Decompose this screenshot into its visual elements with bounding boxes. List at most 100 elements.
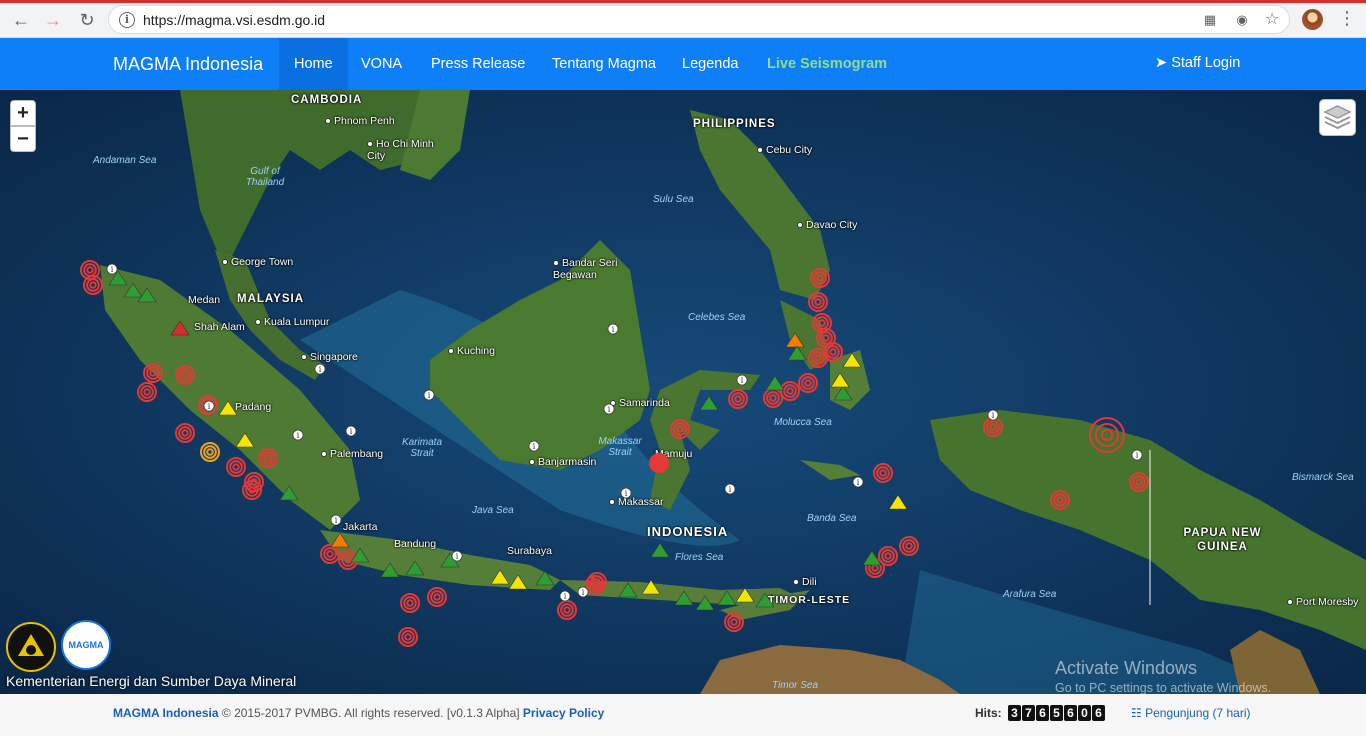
earthquake-marker[interactable]	[1050, 490, 1070, 510]
volcano-marker[interactable]	[330, 532, 350, 548]
zoom-in-button[interactable]: +	[10, 100, 36, 126]
earthquake-marker[interactable]	[983, 417, 1003, 437]
menu-kebab-icon[interactable]: ⋮	[1338, 8, 1356, 29]
info-marker-icon[interactable]: i	[736, 374, 748, 386]
earthquake-marker[interactable]	[823, 342, 843, 362]
volcano-map[interactable]: CAMBODIA PHILIPPINES MALAYSIA INDONESIA …	[0, 90, 1366, 694]
info-marker-icon[interactable]: i	[1131, 449, 1143, 461]
layers-control-button[interactable]	[1319, 99, 1356, 136]
volcano-marker[interactable]	[674, 590, 694, 606]
earthquake-marker[interactable]	[1129, 472, 1149, 492]
volcano-marker[interactable]	[755, 592, 775, 608]
earthquake-marker[interactable]	[728, 389, 748, 409]
volcano-marker[interactable]	[235, 432, 255, 448]
earthquake-marker[interactable]	[226, 457, 246, 477]
volcano-marker[interactable]	[350, 547, 370, 563]
info-marker-icon[interactable]: i	[330, 514, 342, 526]
nav-press-release[interactable]: Press Release	[416, 38, 540, 90]
earthquake-marker[interactable]	[808, 292, 828, 312]
info-marker-icon[interactable]: i	[528, 440, 540, 452]
earthquake-marker[interactable]	[810, 268, 830, 288]
extension-icon[interactable]: ◉	[1234, 12, 1250, 28]
back-arrow-icon[interactable]: ←	[8, 7, 34, 33]
visitors-link[interactable]: ☷ Pengunjung (7 hari)	[1131, 706, 1251, 720]
blocked-content-icon[interactable]: ▦	[1202, 12, 1218, 28]
nav-live-seismogram[interactable]: Live Seismogram	[752, 38, 902, 90]
info-marker-icon[interactable]: i	[451, 550, 463, 562]
volcano-marker[interactable]	[765, 375, 785, 391]
info-marker-icon[interactable]: i	[620, 487, 632, 499]
volcano-marker[interactable]	[650, 542, 670, 558]
earthquake-marker[interactable]	[137, 382, 157, 402]
earthquake-marker[interactable]	[816, 328, 836, 348]
earthquake-marker[interactable]	[1089, 417, 1125, 453]
info-marker-icon[interactable]: i	[345, 425, 357, 437]
earthquake-marker[interactable]	[798, 373, 818, 393]
staff-login-link[interactable]: ➤ Staff Login	[1155, 55, 1240, 71]
forward-arrow-icon[interactable]: →	[40, 7, 66, 33]
reload-icon[interactable]: ↻	[74, 7, 100, 33]
earthquake-marker[interactable]	[427, 587, 447, 607]
volcano-marker[interactable]	[735, 587, 755, 603]
volcano-marker[interactable]	[830, 372, 850, 388]
info-marker-icon[interactable]: i	[603, 403, 615, 415]
volcano-marker[interactable]	[490, 569, 510, 585]
earthquake-marker[interactable]	[400, 593, 420, 613]
volcano-marker[interactable]	[717, 590, 737, 606]
nav-home[interactable]: Home	[279, 38, 348, 90]
volcano-marker[interactable]	[380, 562, 400, 578]
volcano-marker[interactable]	[842, 352, 862, 368]
earthquake-marker[interactable]	[670, 419, 690, 439]
earthquake-marker[interactable]	[175, 365, 195, 385]
info-icon[interactable]: i	[119, 12, 135, 28]
info-marker-icon[interactable]: i	[203, 400, 215, 412]
info-marker-icon[interactable]: i	[292, 429, 304, 441]
earthquake-marker[interactable]	[83, 275, 103, 295]
earthquake-marker[interactable]	[873, 463, 893, 483]
footer-brand-link[interactable]: MAGMA Indonesia	[113, 706, 219, 720]
info-marker-icon[interactable]: i	[987, 409, 999, 421]
volcano-marker[interactable]	[785, 332, 805, 348]
info-marker-icon[interactable]: i	[559, 590, 571, 602]
info-marker-icon[interactable]: i	[423, 389, 435, 401]
info-marker-icon[interactable]: i	[314, 363, 326, 375]
earthquake-marker[interactable]	[258, 448, 278, 468]
volcano-marker[interactable]	[695, 595, 715, 611]
volcano-marker[interactable]	[508, 574, 528, 590]
privacy-policy-link[interactable]: Privacy Policy	[523, 706, 604, 720]
site-brand[interactable]: MAGMA Indonesia	[113, 54, 263, 75]
profile-avatar-icon[interactable]	[1302, 9, 1323, 30]
earthquake-marker[interactable]	[175, 423, 195, 443]
map-markers[interactable]: i i i i i i i i i i i i i i i i i i i	[0, 90, 1366, 694]
volcano-marker[interactable]	[618, 582, 638, 598]
zoom-out-button[interactable]: −	[10, 126, 36, 152]
volcano-marker[interactable]	[787, 345, 807, 361]
volcano-marker[interactable]	[888, 494, 908, 510]
earthquake-marker[interactable]	[724, 612, 744, 632]
info-marker-icon[interactable]: i	[852, 476, 864, 488]
earthquake-marker[interactable]	[780, 381, 800, 401]
nav-tentang-magma[interactable]: Tentang Magma	[537, 38, 671, 90]
nav-vona[interactable]: VONA	[346, 38, 417, 90]
earthquake-marker[interactable]	[899, 536, 919, 556]
earthquake-marker[interactable]	[143, 363, 163, 383]
volcano-marker[interactable]	[218, 400, 238, 416]
info-marker-icon[interactable]: i	[577, 586, 589, 598]
volcano-marker[interactable]	[170, 320, 190, 336]
star-icon[interactable]: ☆	[1264, 12, 1280, 28]
info-marker-icon[interactable]: i	[724, 483, 736, 495]
info-marker-icon[interactable]: i	[106, 263, 118, 275]
earthquake-marker[interactable]	[200, 442, 220, 462]
volcano-marker[interactable]	[405, 560, 425, 576]
volcano-marker[interactable]	[699, 395, 719, 411]
address-url[interactable]: https://magma.vsi.esdm.go.id	[143, 12, 325, 28]
nav-legenda[interactable]: Legenda	[667, 38, 753, 90]
earthquake-marker[interactable]	[398, 627, 418, 647]
earthquake-marker[interactable]	[320, 544, 340, 564]
earthquake-marker[interactable]	[649, 453, 669, 473]
earthquake-marker[interactable]	[557, 600, 577, 620]
info-marker-icon[interactable]: i	[607, 323, 619, 335]
volcano-marker[interactable]	[279, 485, 299, 501]
volcano-marker[interactable]	[535, 570, 555, 586]
volcano-marker[interactable]	[641, 579, 661, 595]
